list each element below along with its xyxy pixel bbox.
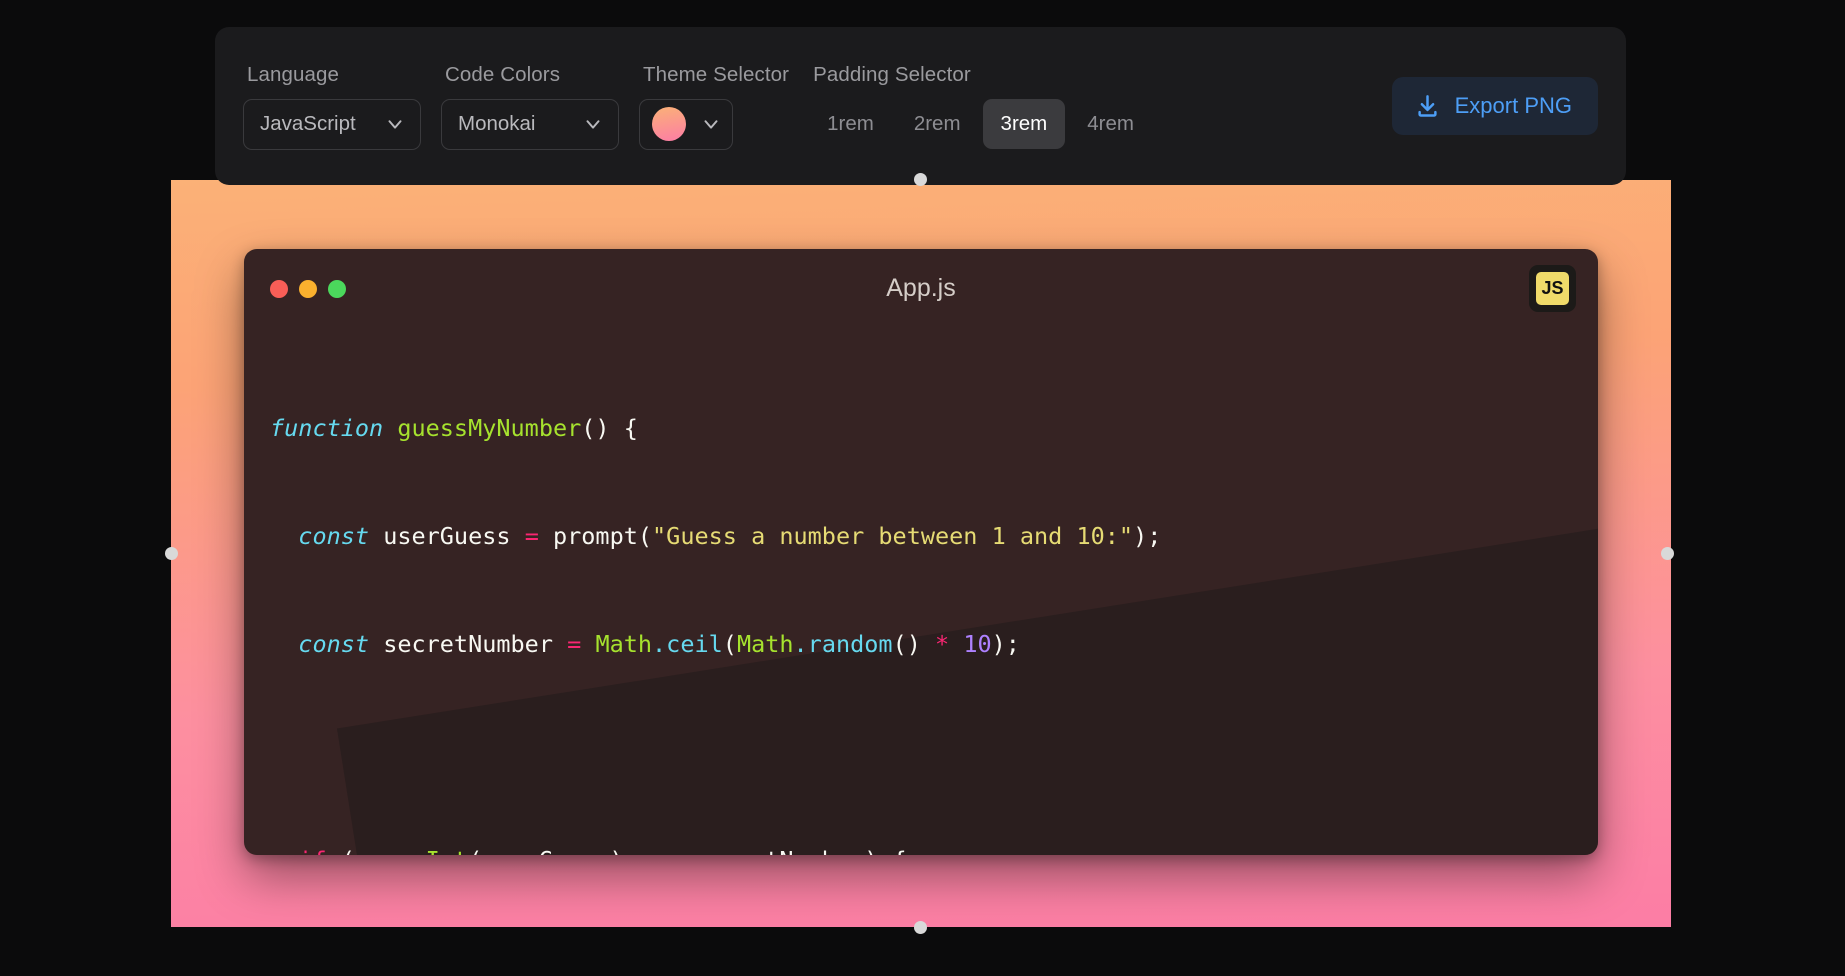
padding-option-4rem[interactable]: 4rem [1069,99,1152,149]
theme-select[interactable] [639,98,733,150]
code-line: const userGuess = prompt("Guess a number… [298,522,1162,550]
resize-handle-right[interactable] [1661,547,1674,560]
theme-group: Theme Selector [639,63,789,150]
window-dots [270,279,346,298]
padding-option-1rem[interactable]: 1rem [809,99,892,149]
code-line: function guessMyNumber() { [270,414,638,442]
close-dot-icon[interactable] [270,279,288,298]
theme-swatch-icon [652,107,686,141]
chevron-down-icon [700,113,722,135]
resize-handle-top[interactable] [914,173,927,186]
js-badge-icon: JS [1536,272,1569,305]
language-label: Language [247,62,340,86]
resize-handle-bottom[interactable] [914,921,927,934]
code-line: if (parseInt(userGuess) === secretNumber… [270,842,1598,855]
padding-option-2rem[interactable]: 2rem [896,99,979,149]
resize-handle-left[interactable] [165,547,178,560]
chevron-down-icon [384,113,406,135]
code-window: App.js JS function guessMyNumber() { con… [244,249,1598,855]
code-colors-label: Code Colors [445,62,561,86]
download-icon [1414,93,1441,120]
padding-group: Padding Selector 1rem 2rem 3rem 4rem [809,63,1152,149]
language-select[interactable]: JavaScript [243,98,421,150]
padding-option-3rem[interactable]: 3rem [982,99,1066,149]
export-png-label: Export PNG [1454,93,1572,118]
code-colors-select[interactable]: Monokai [441,98,619,150]
app-root: App.js JS function guessMyNumber() { con… [0,0,1845,976]
code-colors-value: Monokai [458,112,536,135]
language-badge: JS [1529,265,1576,312]
export-png-button[interactable]: Export PNG [1391,77,1598,135]
code-line: const secretNumber = Math.ceil(Math.rand… [298,630,1020,658]
code-editor[interactable]: function guessMyNumber() { const userGue… [244,328,1598,855]
maximize-dot-icon[interactable] [328,279,346,298]
code-colors-group: Code Colors Monokai [441,63,619,150]
chevron-down-icon [582,113,604,135]
export-group: Export PNG [1391,77,1598,135]
minimize-dot-icon[interactable] [299,279,317,298]
padding-options: 1rem 2rem 3rem 4rem [809,99,1152,149]
padding-label: Padding Selector [813,63,971,86]
language-value: JavaScript [260,112,356,135]
theme-label: Theme Selector [643,62,790,86]
file-title[interactable]: App.js [244,274,1598,303]
language-group: Language JavaScript [243,63,421,150]
code-window-titlebar: App.js JS [244,249,1598,328]
toolbar: Language JavaScript Code Colors Monokai … [215,27,1626,185]
